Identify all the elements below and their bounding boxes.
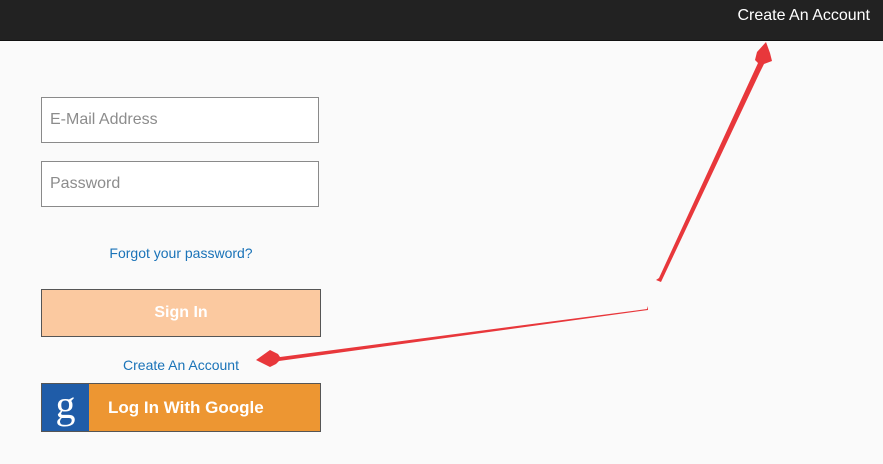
google-g-icon: g <box>42 384 89 431</box>
create-account-link[interactable]: Create An Account <box>41 357 321 373</box>
email-input[interactable] <box>42 98 318 142</box>
password-input[interactable] <box>42 162 318 206</box>
top-navigation-bar: Create An Account <box>0 0 883 41</box>
header-create-account-link[interactable]: Create An Account <box>737 7 870 25</box>
arrow-to-header-icon <box>656 42 772 282</box>
email-field[interactable] <box>41 97 319 143</box>
google-login-label: Log In With Google <box>108 397 264 417</box>
sign-in-button[interactable]: Sign In <box>41 289 321 337</box>
forgot-password-link[interactable]: Forgot your password? <box>41 245 321 261</box>
google-login-button[interactable]: g Log In With Google <box>41 383 321 432</box>
password-field[interactable] <box>41 161 319 207</box>
